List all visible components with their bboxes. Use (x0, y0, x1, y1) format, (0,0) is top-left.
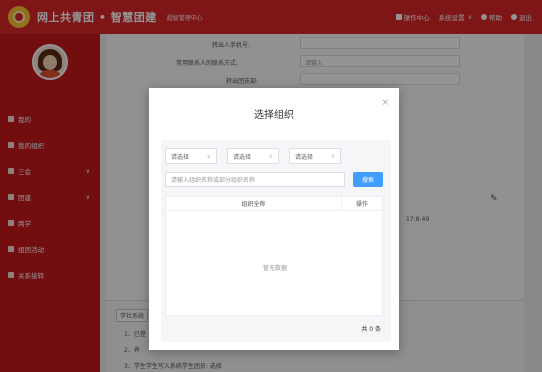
org-level-3-select[interactable]: 请选择 ∨ (289, 148, 341, 164)
org-search-input[interactable]: 请输入组织名称或部分组织名称 (165, 172, 345, 187)
dialog-title: 选择组织 (254, 110, 294, 121)
pagination-total: 共 0 条 (361, 326, 381, 333)
close-icon[interactable]: × (381, 98, 389, 108)
dialog-body: 请选择 ∨ 请选择 ∨ 请选择 ∨ 请输入组织名称或部分组织名称 搜索 组织全称 操作… (161, 140, 391, 342)
search-button[interactable]: 搜索 (353, 172, 383, 187)
org-level-2-select[interactable]: 请选择 ∨ (227, 148, 279, 164)
org-level-1-select[interactable]: 请选择 ∨ (165, 148, 217, 164)
column-header-actions: 操作 (355, 201, 368, 208)
select-org-dialog: 选择组织 × 请选择 ∨ 请选择 ∨ 请选择 ∨ 请输入组织名称或部分组织名称 搜索 … (149, 88, 399, 350)
chevron-down-icon: ∨ (330, 152, 335, 160)
org-table: 组织全称 操作 暂无数据 (165, 196, 383, 316)
chevron-down-icon: ∨ (206, 152, 211, 160)
table-header: 组织全称 操作 (166, 197, 382, 211)
chevron-down-icon: ∨ (268, 152, 273, 160)
column-header-org-name: 组织全称 (166, 197, 342, 210)
empty-state-text: 暂无数据 (262, 265, 287, 272)
